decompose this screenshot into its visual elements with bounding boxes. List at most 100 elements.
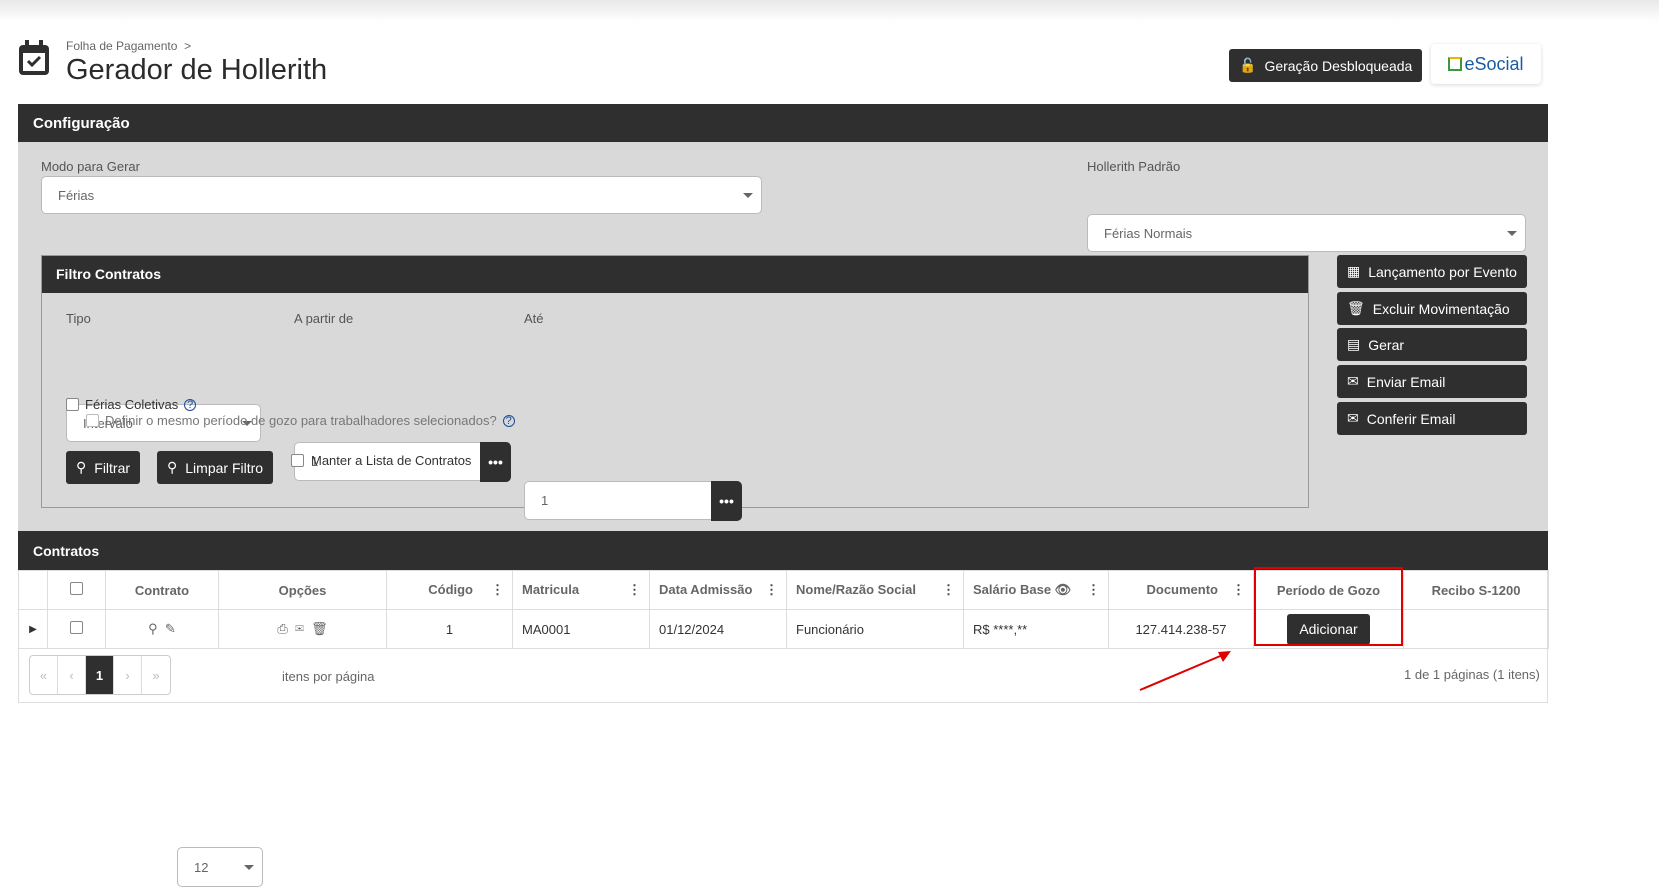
per-page-label: itens por página <box>282 669 375 684</box>
row-checkbox[interactable] <box>70 621 83 634</box>
annotation-arrow-icon <box>1139 651 1231 691</box>
ferias-coletivas-label: Férias Coletivas <box>85 397 179 412</box>
page-size-value: 12 <box>194 859 209 875</box>
next-page-button[interactable]: › <box>114 656 142 694</box>
cell-salario: R$ ****,** <box>963 609 1109 649</box>
column-menu-icon[interactable]: ⋮ <box>1087 582 1100 598</box>
filtrar-button[interactable]: ⚲ Filtrar <box>66 451 141 484</box>
ferias-coletivas-option[interactable]: Férias Coletivas? <box>66 397 197 412</box>
button-label: Enviar Email <box>1366 373 1446 390</box>
envelope-icon[interactable]: ✉ <box>295 621 304 636</box>
highlight-box <box>1254 567 1403 646</box>
expand-col <box>18 570 48 610</box>
edit-document-icon[interactable]: ✎ <box>165 621 176 636</box>
cell-nome: Funcionário <box>786 609 964 649</box>
definir-checkbox[interactable] <box>86 414 99 427</box>
search-minus-icon: ⚲ <box>167 459 178 475</box>
page-title: Gerador de Hollerith <box>66 54 328 86</box>
breadcrumb[interactable]: Folha de Pagamento > <box>66 39 191 53</box>
unlock-generation-button[interactable]: 🔓 Geração Desbloqueada <box>1229 49 1423 82</box>
apartir-label: A partir de <box>294 311 354 326</box>
hollerith-value: Férias Normais <box>1104 225 1193 241</box>
help-icon[interactable]: ? <box>502 414 515 427</box>
excluir-movimentacao-button[interactable]: 🗑 Excluir Movimentação <box>1337 292 1527 325</box>
page-size-select[interactable]: 12 <box>177 847 263 887</box>
help-icon[interactable]: ? <box>184 398 197 411</box>
col-data-admissao[interactable]: Data Admissão ⋮ <box>649 570 787 610</box>
breadcrumb-item[interactable]: Folha de Pagamento <box>66 39 177 53</box>
eye-icon[interactable]: 👁 <box>1055 582 1072 597</box>
lancamento-evento-button[interactable]: ▦ Lançamento por Evento <box>1337 255 1527 288</box>
trash-icon[interactable]: 🗑 <box>311 621 328 636</box>
col-nome[interactable]: Nome/Razão Social ⋮ <box>786 570 964 610</box>
col-codigo[interactable]: Código ⋮ <box>386 570 513 610</box>
button-label: Gerar <box>1368 336 1405 353</box>
modo-value: Férias <box>58 187 95 203</box>
prev-page-button[interactable]: ‹ <box>58 656 86 694</box>
last-page-button[interactable]: » <box>142 656 170 694</box>
pagination: « ‹ 1 › » <box>29 655 171 695</box>
trash-icon: 🗑 <box>1347 300 1365 316</box>
first-page-button[interactable]: « <box>30 656 58 694</box>
col-label: Documento <box>1146 582 1219 597</box>
ate-input[interactable]: 1 ••• <box>524 481 742 521</box>
chevron-down-icon <box>743 193 753 198</box>
tipo-label: Tipo <box>66 311 91 326</box>
config-header: Configuração <box>18 104 1548 142</box>
select-all-checkbox[interactable] <box>70 582 83 595</box>
col-opcoes: Opções <box>218 570 387 610</box>
select-all[interactable] <box>47 570 106 610</box>
limpar-label: Limpar Filtro <box>185 459 264 476</box>
col-documento[interactable]: Documento ⋮ <box>1108 570 1254 610</box>
hollerith-select[interactable]: Férias Normais <box>1087 214 1526 252</box>
cell-data: 01/12/2024 <box>649 609 787 649</box>
col-label: Código <box>428 582 473 597</box>
unlock-icon: 🔓 <box>1239 57 1257 73</box>
ate-label: Até <box>524 311 544 326</box>
expand-row-icon[interactable]: ▶ <box>18 609 48 649</box>
page-1-button[interactable]: 1 <box>86 656 114 694</box>
esocial-logo[interactable]: eSocial <box>1431 44 1541 84</box>
cell-matricula: MA0001 <box>512 609 650 649</box>
envelope-icon: ✉ <box>1347 373 1359 389</box>
definir-option[interactable]: Definir o mesmo período de gozo para tra… <box>86 413 515 428</box>
column-menu-icon[interactable]: ⋮ <box>942 582 955 598</box>
opcoes-actions: ⎙ ✉ 🗑 <box>218 609 387 649</box>
contrato-actions: ⚲ ✎ <box>105 609 219 649</box>
column-menu-icon[interactable]: ⋮ <box>1232 582 1245 598</box>
ate-more-button[interactable]: ••• <box>711 481 742 521</box>
row-select[interactable] <box>47 609 106 649</box>
manter-checkbox[interactable] <box>291 454 304 467</box>
limpar-filtro-button[interactable]: ⚲ Limpar Filtro <box>157 451 274 484</box>
modo-select[interactable]: Férias <box>41 176 762 214</box>
generate-icon: ▤ <box>1347 336 1361 352</box>
col-matricula[interactable]: Matricula ⋮ <box>512 570 650 610</box>
search-icon[interactable]: ⚲ <box>148 621 158 636</box>
conferir-email-button[interactable]: ✉ Conferir Email <box>1337 402 1527 435</box>
col-salario[interactable]: Salário Base 👁 ⋮ <box>963 570 1109 610</box>
enviar-email-button[interactable]: ✉ Enviar Email <box>1337 365 1527 398</box>
print-icon[interactable]: ⎙ <box>277 621 287 636</box>
button-label: Lançamento por Evento <box>1368 263 1517 280</box>
ferias-coletivas-checkbox[interactable] <box>66 398 79 411</box>
esocial-logo-text: eSocial <box>1464 53 1524 74</box>
ate-value: 1 <box>541 493 549 508</box>
modo-label: Modo para Gerar <box>41 159 140 174</box>
table-icon: ▦ <box>1347 263 1361 279</box>
column-menu-icon[interactable]: ⋮ <box>491 582 504 598</box>
gerar-button[interactable]: ▤ Gerar <box>1337 328 1527 361</box>
column-menu-icon[interactable]: ⋮ <box>765 582 778 598</box>
pagination-summary: 1 de 1 páginas (1 itens) <box>1404 667 1540 682</box>
hollerith-label: Hollerith Padrão <box>1087 159 1181 174</box>
chevron-down-icon <box>1507 231 1517 236</box>
chevron-down-icon <box>244 865 254 870</box>
manter-option[interactable]: Manter a Lista de Contratos <box>291 453 471 468</box>
manter-label: Manter a Lista de Contratos <box>311 453 472 468</box>
esocial-logo-icon <box>1448 57 1463 71</box>
col-label: Matricula <box>522 582 580 597</box>
top-shadow <box>0 0 1659 22</box>
column-menu-icon[interactable]: ⋮ <box>628 582 641 598</box>
contratos-header: Contratos <box>18 531 1548 570</box>
apartir-more-button[interactable]: ••• <box>480 442 511 482</box>
definir-label: Definir o mesmo período de gozo para tra… <box>105 413 497 428</box>
